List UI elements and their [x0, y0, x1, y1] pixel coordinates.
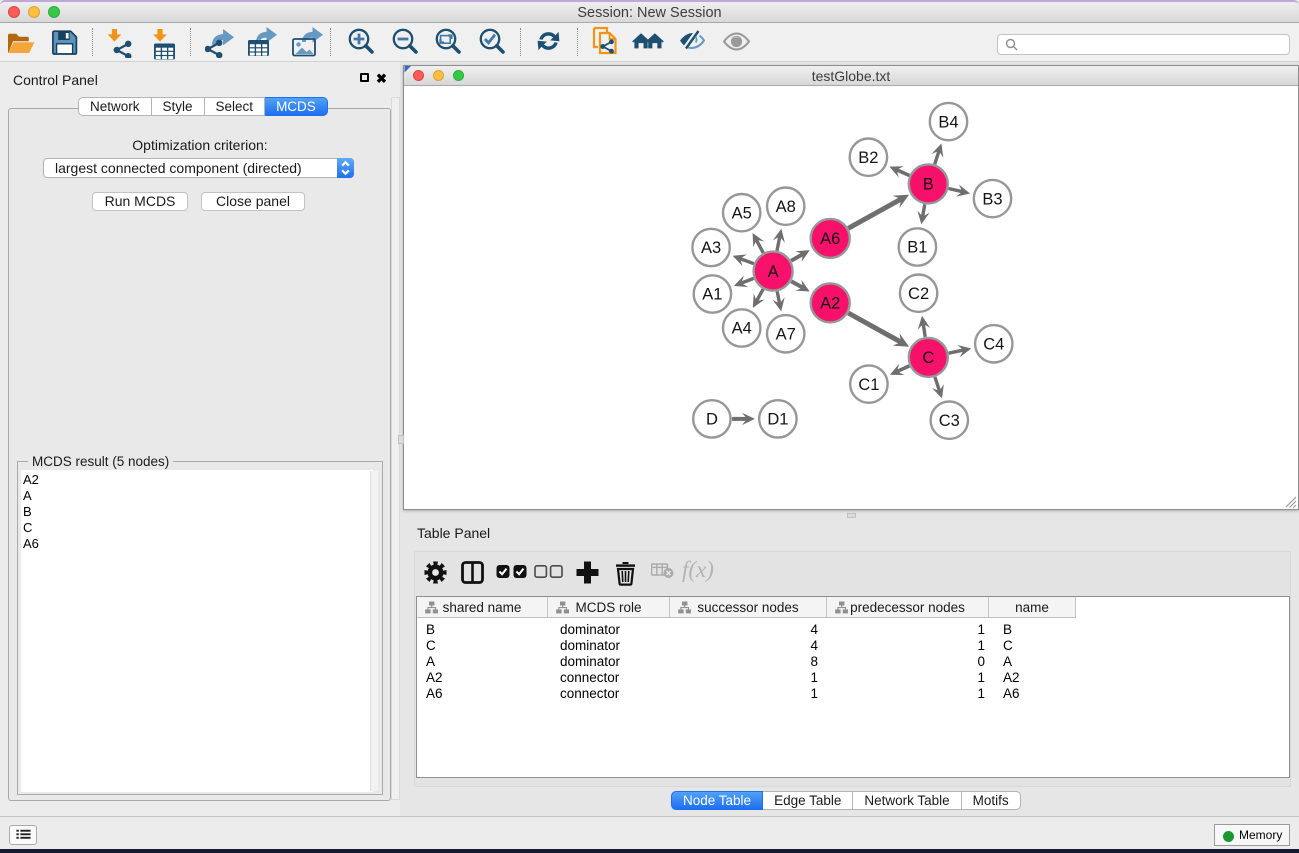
svg-text:C4: C4 — [983, 336, 1004, 354]
svg-text:B1: B1 — [907, 239, 927, 257]
svg-text:A6: A6 — [820, 230, 840, 248]
svg-text:A: A — [768, 263, 779, 281]
svg-text:C: C — [922, 349, 934, 367]
svg-text:A8: A8 — [776, 198, 796, 216]
svg-text:D: D — [706, 411, 718, 429]
svg-text:B3: B3 — [982, 190, 1002, 208]
svg-text:C3: C3 — [939, 412, 960, 430]
svg-text:A2: A2 — [820, 295, 840, 313]
svg-text:A7: A7 — [776, 326, 796, 344]
svg-text:B4: B4 — [938, 113, 958, 131]
svg-text:C1: C1 — [858, 376, 879, 394]
svg-text:B: B — [923, 176, 934, 194]
svg-text:A4: A4 — [732, 320, 752, 338]
svg-text:B2: B2 — [858, 149, 878, 167]
svg-text:C2: C2 — [908, 285, 929, 303]
svg-text:A1: A1 — [702, 286, 722, 304]
svg-text:D1: D1 — [767, 411, 788, 429]
svg-text:A3: A3 — [701, 239, 721, 257]
svg-text:A5: A5 — [732, 204, 752, 222]
